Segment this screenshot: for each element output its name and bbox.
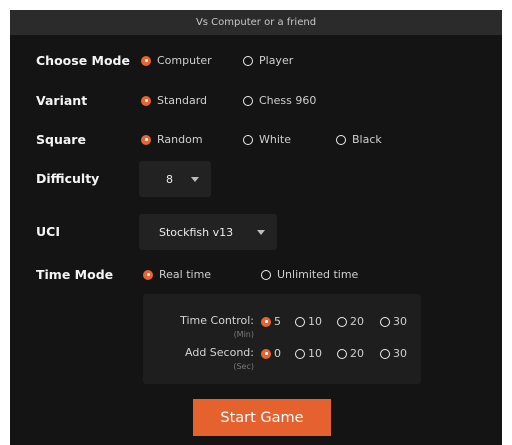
radio-icon: [295, 348, 305, 359]
mode-option-computer[interactable]: Computer: [141, 54, 212, 67]
mode-option-player[interactable]: Player: [243, 54, 293, 67]
add-second-option-0[interactable]: 0: [261, 347, 281, 360]
radio-icon: [336, 134, 346, 145]
dialog-header: Vs Computer or a friend: [10, 10, 502, 35]
option-label: 20: [350, 347, 364, 360]
uci-value: Stockfish v13: [159, 225, 234, 239]
radio-icon: [337, 316, 347, 327]
time-mode-label: Time Mode: [36, 267, 114, 282]
option-label: White: [259, 133, 291, 146]
difficulty-value: 8: [166, 172, 173, 186]
uci-label: UCI: [36, 224, 60, 239]
variant-option-standard[interactable]: Standard: [141, 94, 207, 107]
option-label: 5: [274, 315, 281, 328]
option-label: Player: [259, 54, 294, 67]
radio-selected-icon: [261, 316, 271, 327]
radio-selected-icon: [141, 55, 151, 66]
square-option-black[interactable]: Black: [336, 133, 382, 146]
variant-option-chess960[interactable]: Chess 960: [243, 94, 316, 107]
radio-icon: [295, 316, 305, 327]
option-label: Real time: [159, 268, 212, 281]
difficulty-label: Difficulty: [36, 171, 100, 186]
time-settings-panel: Time Control: (Min) 5 10 20 30 Add Secon…: [143, 294, 421, 384]
option-label: 0: [274, 347, 281, 360]
option-label: 10: [308, 315, 322, 328]
variant-label: Variant: [36, 93, 88, 108]
add-second-label: Add Second:: [185, 346, 254, 359]
radio-selected-icon: [141, 95, 151, 106]
option-label: 30: [393, 347, 407, 360]
time-control-option-5[interactable]: 5: [261, 315, 281, 328]
square-option-random[interactable]: Random: [141, 133, 203, 146]
radio-icon: [380, 316, 390, 327]
option-label: Standard: [157, 94, 208, 107]
option-label: 10: [308, 347, 322, 360]
option-label: Chess 960: [259, 94, 317, 107]
add-second-option-10[interactable]: 10: [295, 347, 322, 360]
radio-icon: [243, 55, 253, 66]
chevron-down-icon: [191, 176, 199, 182]
radio-selected-icon: [143, 269, 153, 280]
add-second-option-30[interactable]: 30: [380, 347, 407, 360]
uci-select[interactable]: Stockfish v13: [139, 214, 277, 250]
option-label: Unlimited time: [277, 268, 359, 281]
time-control-unit: (Min): [233, 330, 254, 339]
time-control-label: Time Control:: [180, 314, 254, 327]
radio-icon: [380, 348, 390, 359]
square-option-white[interactable]: White: [243, 133, 291, 146]
radio-selected-icon: [141, 134, 151, 145]
radio-icon: [243, 134, 253, 145]
chevron-down-icon: [257, 229, 265, 235]
time-control-option-30[interactable]: 30: [380, 315, 407, 328]
add-second-option-20[interactable]: 20: [337, 347, 364, 360]
option-label: 30: [393, 315, 407, 328]
radio-icon: [337, 348, 347, 359]
time-control-option-10[interactable]: 10: [295, 315, 322, 328]
start-game-button[interactable]: Start Game: [193, 399, 331, 436]
time-mode-option-real-time[interactable]: Real time: [143, 268, 211, 281]
radio-selected-icon: [261, 348, 271, 359]
time-mode-option-unlimited[interactable]: Unlimited time: [261, 268, 358, 281]
option-label: Random: [157, 133, 203, 146]
difficulty-select[interactable]: 8: [139, 161, 211, 197]
game-setup-dialog: Vs Computer or a friend Choose Mode Comp…: [10, 10, 502, 445]
time-control-option-20[interactable]: 20: [337, 315, 364, 328]
dialog-title: Vs Computer or a friend: [195, 17, 317, 28]
option-label: Black: [352, 133, 382, 146]
square-label: Square: [36, 132, 86, 147]
radio-icon: [261, 269, 271, 280]
option-label: 20: [350, 315, 364, 328]
radio-icon: [243, 95, 253, 106]
option-label: Computer: [157, 54, 212, 67]
mode-label: Choose Mode: [36, 53, 130, 68]
add-second-unit: (Sec): [233, 362, 254, 371]
